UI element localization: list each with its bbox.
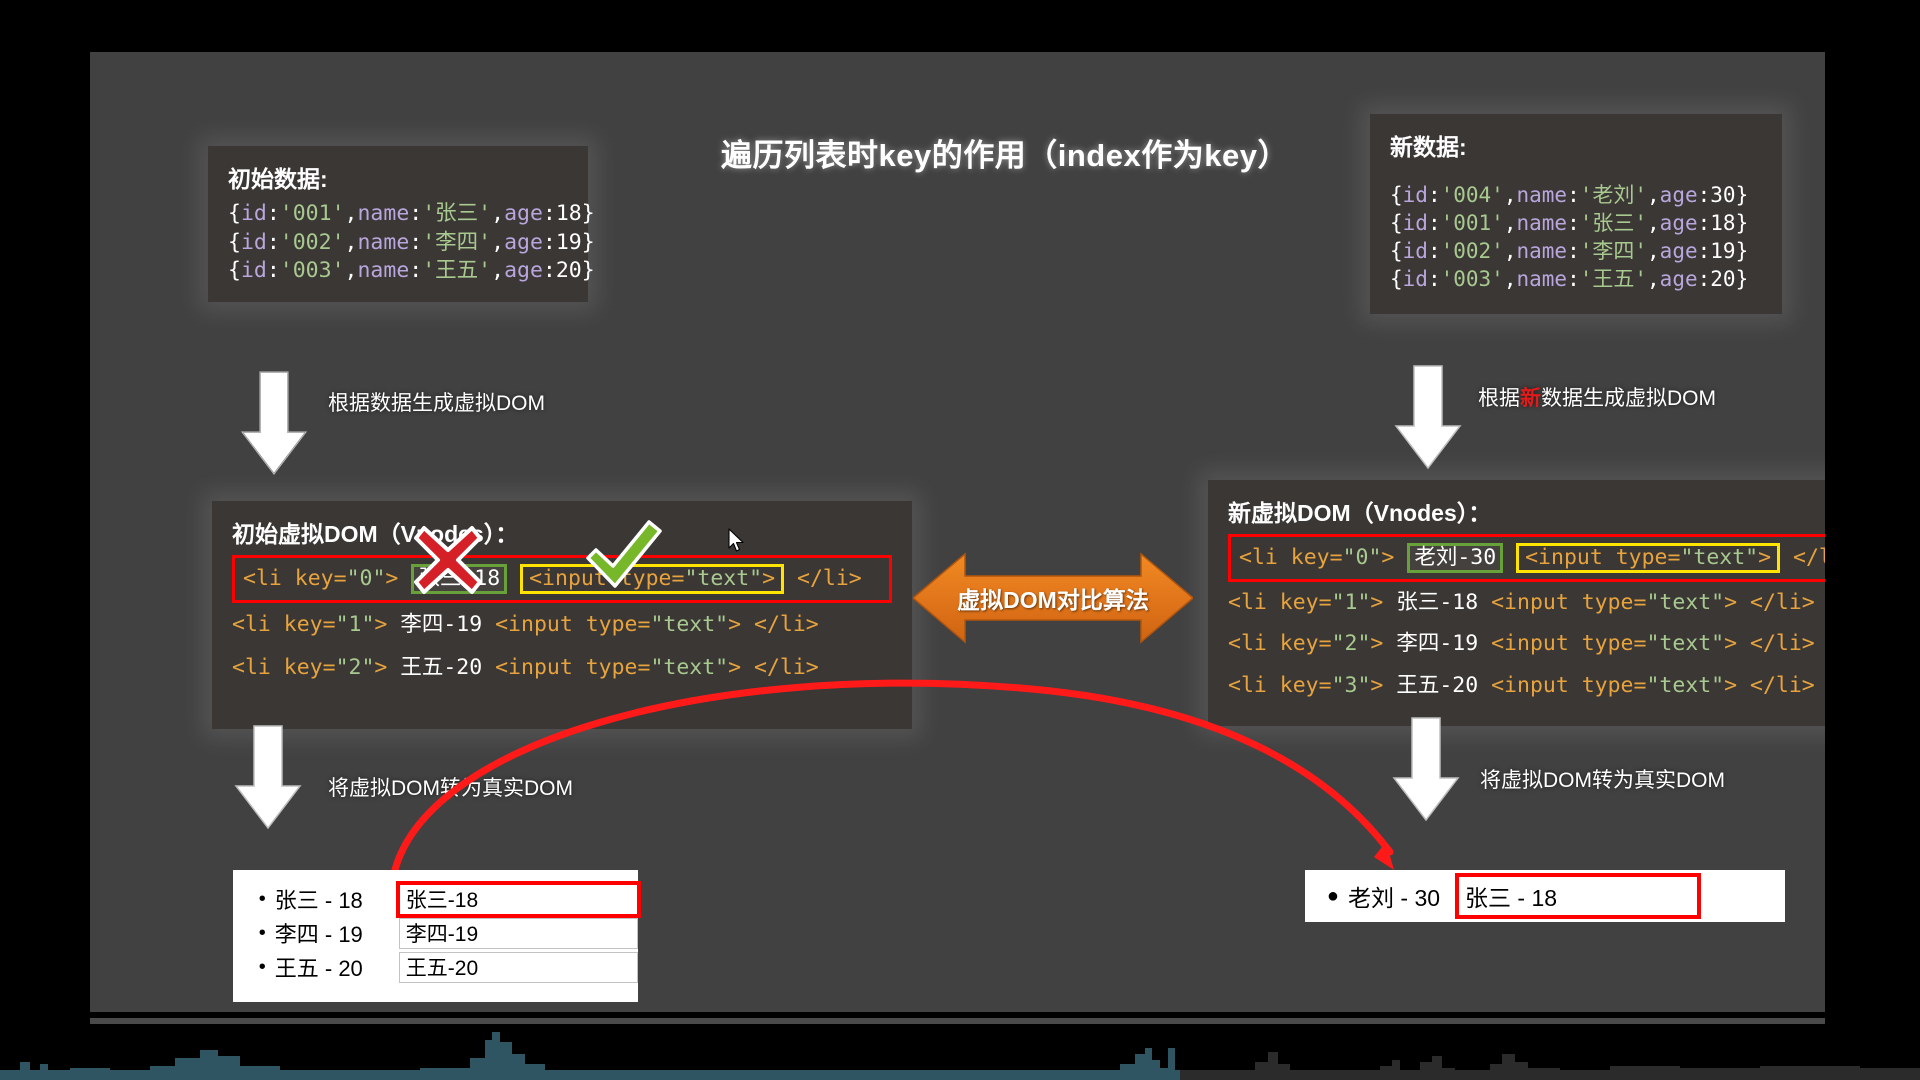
down-arrow-icon [1392, 364, 1464, 472]
initial-data-heading: 初始数据: [228, 166, 328, 192]
result-label: 老刘 - 30 [1348, 885, 1441, 911]
down-arrow-icon [1390, 716, 1462, 824]
vnode-row: <li key="1"> 张三-18 <input type="text"> <… [1228, 589, 1815, 615]
note-left-top: 根据数据生成虚拟DOM [328, 392, 545, 415]
audio-waveform [0, 1032, 1920, 1080]
result-label: 李四 - 19 [274, 922, 363, 947]
new-data-heading: 新数据: [1390, 134, 1467, 160]
vnode-row-highlighted: <li key="0"> 老刘-30 <input type="text"> <… [1228, 534, 1825, 582]
result-input[interactable]: 张三 - 18 [1455, 873, 1701, 919]
data-row: {id:'001',name:'张三',age:18} [228, 201, 595, 226]
result-row: • 张三 - 18 张三-18 [233, 880, 642, 918]
result-input[interactable]: 李四-19 [398, 917, 638, 949]
result-label: 王五 - 20 [274, 956, 363, 981]
list-bullet: • [258, 956, 266, 978]
result-row: ● 老刘 - 30 张三 - 18 [1305, 870, 1785, 922]
vnode-row: <li key="1"> 李四-19 <input type="text"> <… [232, 611, 819, 637]
vnode-row: <li key="3"> 王五-20 <input type="text"> <… [1228, 672, 1815, 698]
vnode-input-highlight: <input type="text"> [520, 564, 785, 594]
result-row: • 王五 - 20 王五-20 [233, 950, 638, 984]
new-data-rows: {id:'004',name:'老刘',age:30} {id:'001',na… [1390, 182, 1762, 294]
note-right-bottom: 将虚拟DOM转为真实DOM [1480, 769, 1725, 792]
presentation-slide: 遍历列表时key的作用（index作为key） 初始数据: {id:'001',… [90, 52, 1825, 1012]
list-bullet: • [258, 888, 266, 910]
vnode-text-highlight: 张三-18 [411, 564, 508, 594]
slide-title: 遍历列表时key的作用（index作为key） [721, 138, 1289, 173]
data-row: {id:'002',name:'李四',age:19} [228, 229, 595, 255]
vnode-input-highlight: <input type="text"> [1516, 543, 1781, 573]
vnode-row: <li key="2"> 王五-20 <input type="text"> <… [232, 655, 819, 681]
initial-vdom-box: 初始虚拟DOM（Vnodes）： <li key="0"> 张三-18 <inp… [212, 501, 912, 729]
data-row: {id:'002',name:'李四',age:19} [1390, 238, 1749, 263]
data-row: {id:'003',name:'王五',age:20} [1390, 266, 1749, 291]
result-input[interactable]: 王五-20 [398, 951, 638, 983]
down-arrow-icon [232, 724, 304, 832]
note-red-word: 新 [1520, 387, 1541, 410]
list-bullet: • [258, 922, 266, 944]
initial-vdom-heading: 初始虚拟DOM（Vnodes）： [232, 521, 519, 547]
result-label: 张三 - 18 [274, 888, 363, 913]
note-left-bottom: 将虚拟DOM转为真实DOM [328, 777, 573, 800]
vnode-row: <li key="2"> 李四-19 <input type="text"> <… [1228, 631, 1815, 657]
result-input[interactable]: 张三-18 [395, 880, 642, 918]
result-row: • 李四 - 19 李四-19 [233, 916, 638, 950]
data-row: {id:'004',name:'老刘',age:30} [1390, 183, 1749, 207]
diff-algorithm-arrow: 虚拟DOM对比算法 [911, 550, 1195, 646]
note-prefix: 根据 [1478, 387, 1520, 410]
down-arrow-icon [238, 370, 310, 478]
screen-root: 遍历列表时key的作用（index作为key） 初始数据: {id:'001',… [0, 0, 1920, 1080]
new-data-box: 新数据: {id:'004',name:'老刘',age:30} {id:'00… [1370, 114, 1782, 314]
vnode-row-highlighted: <li key="0"> 张三-18 <input type="text"> <… [232, 555, 892, 603]
note-suffix: 数据生成虚拟DOM [1541, 387, 1716, 410]
new-vdom-heading: 新虚拟DOM（Vnodes）： [1228, 500, 1492, 526]
data-row: {id:'003',name:'王五',age:20} [228, 258, 595, 284]
data-row: {id:'001',name:'张三',age:18} [1390, 210, 1749, 235]
initial-data-box: 初始数据: {id:'001',name:'张三',age:18} {id:'0… [208, 146, 595, 302]
list-bullet: ● [1326, 885, 1339, 907]
note-right-top: 根据新数据生成虚拟DOM [1478, 382, 1716, 412]
initial-data-rows: {id:'001',name:'张三',age:18} {id:'002',na… [228, 200, 595, 286]
rendered-dom-right: ● 老刘 - 30 张三 - 18 [1305, 870, 1785, 922]
rendered-dom-left: • 张三 - 18 张三-18 • 李四 - 19 李四-19 • 王五 - 2… [233, 870, 642, 1002]
vnode-text-highlight: 老刘-30 [1407, 543, 1504, 573]
new-vdom-box: 新虚拟DOM（Vnodes）： <li key="0"> 老刘-30 <inpu… [1208, 480, 1825, 726]
